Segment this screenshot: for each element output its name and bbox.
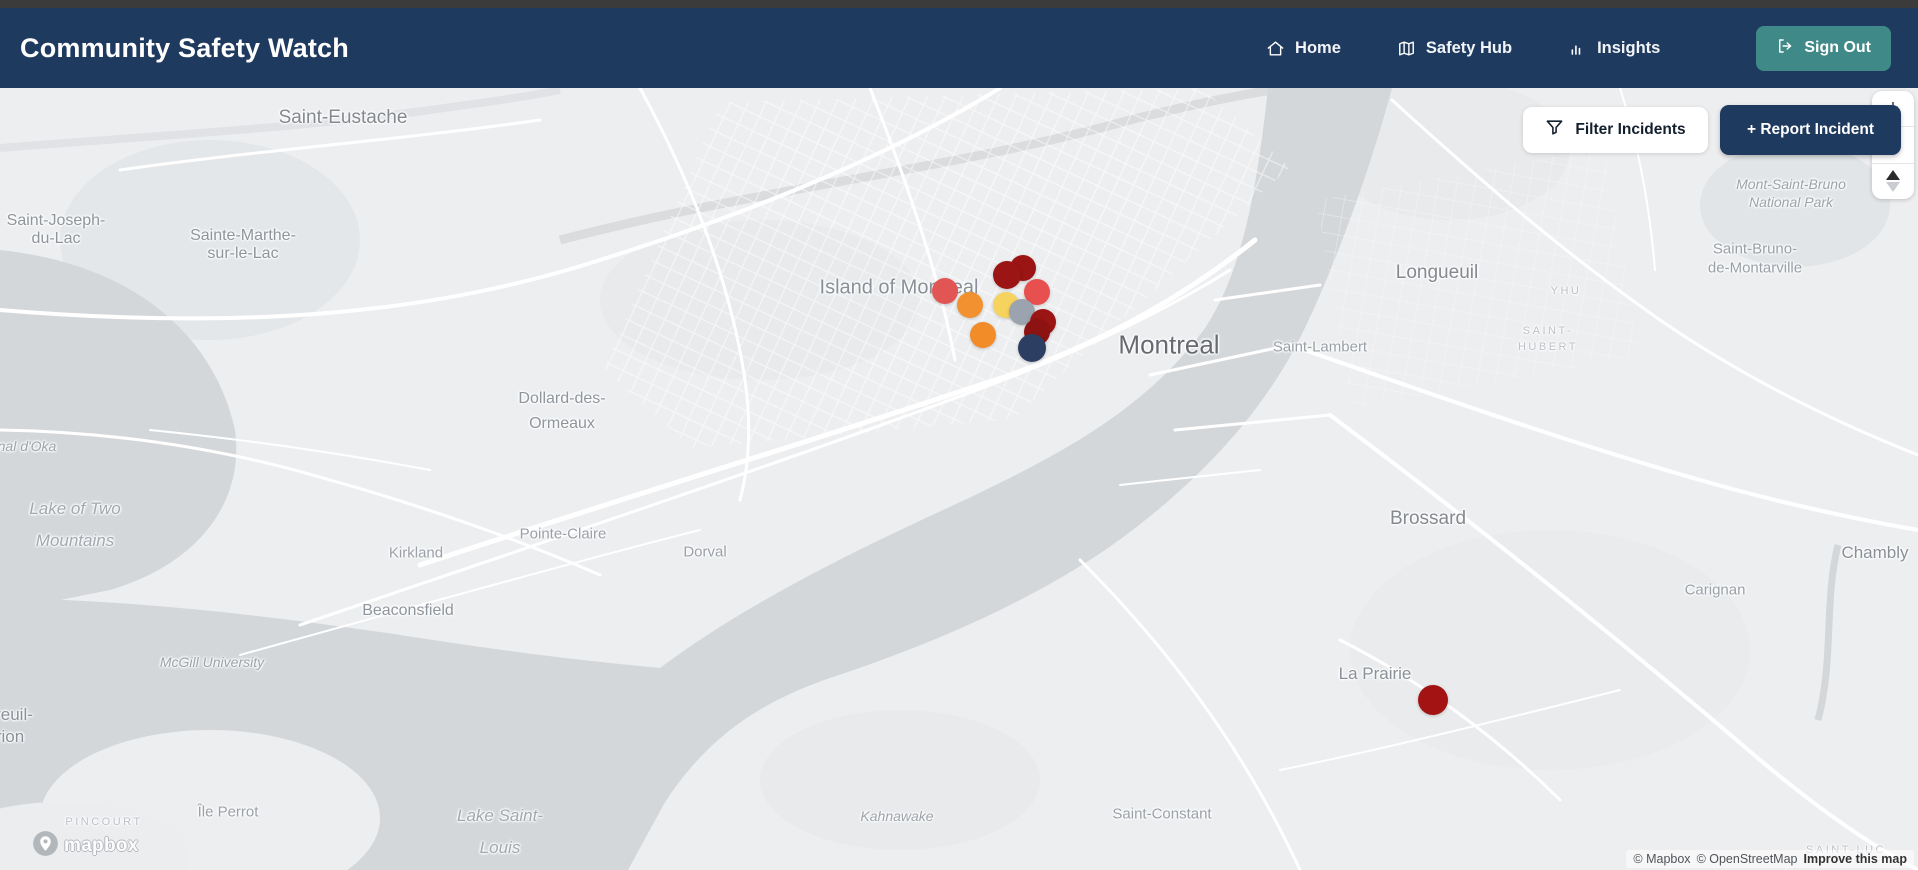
map-label: sur-le-Lac (207, 245, 279, 262)
incident-marker[interactable] (1018, 334, 1046, 362)
home-icon (1266, 39, 1285, 58)
map-label: McGill University (159, 654, 265, 670)
incident-marker[interactable] (993, 261, 1021, 289)
filter-label: Filter Incidents (1575, 121, 1686, 138)
map-label: Lake of Two (29, 499, 121, 518)
map-label: Île Perrot (197, 803, 259, 821)
nav-label: Home (1295, 38, 1341, 57)
sign-out-button[interactable]: Sign Out (1756, 25, 1891, 71)
attribution-mapbox-link[interactable]: © Mapbox (1633, 852, 1690, 866)
map-attribution: © Mapbox © OpenStreetMap Improve this ma… (1626, 850, 1914, 868)
compass-button[interactable] (1872, 164, 1914, 199)
incident-marker[interactable] (1418, 685, 1448, 715)
map-label: Saint-Joseph- (6, 212, 106, 229)
filter-incidents-button[interactable]: Filter Incidents (1523, 107, 1708, 153)
map-label: La Prairie (1338, 664, 1412, 683)
map-label: Mont-Saint-Bruno (1736, 176, 1846, 192)
incident-marker[interactable] (970, 322, 996, 348)
map-label: Sainte-Marthe- (190, 227, 296, 244)
window-top-strip (0, 0, 1918, 8)
map-label: Kahnawake (860, 808, 934, 824)
map-canvas[interactable]: Saint-Eustache Saint-Joseph-du-Lac Sainte-… (0, 88, 1918, 870)
map-label: de-Montarville (1707, 259, 1803, 277)
map-label: National Park (1748, 194, 1834, 210)
mapbox-logo[interactable]: mapbox (32, 830, 139, 862)
mapbox-wordmark: mapbox (64, 835, 139, 856)
map-label: HUBERT (1517, 341, 1579, 353)
map-label: Brossard (1389, 508, 1467, 529)
logout-icon (1776, 37, 1794, 60)
map-label: SAINT- (1522, 325, 1574, 337)
funnel-icon (1545, 118, 1564, 142)
map-label: Ormeaux (529, 415, 595, 432)
map-label: nal d'Oka (0, 438, 57, 454)
map-label: PINCOURT (65, 816, 143, 828)
map-label: Louis (479, 838, 521, 857)
map-label: Dorval (683, 543, 727, 561)
map-label: Montreal (1118, 329, 1220, 360)
bar-chart-icon (1568, 39, 1587, 58)
map-label: rion (0, 727, 25, 746)
map-label: reuil- (0, 705, 33, 724)
map-label: Saint-Bruno- (1712, 240, 1798, 258)
map-icon (1397, 39, 1416, 58)
map-label: Beaconsfield (362, 602, 454, 619)
incident-marker[interactable] (932, 278, 958, 304)
map-label: Chambly (1841, 543, 1909, 562)
map-label: Pointe-Claire (519, 525, 607, 543)
map-label: Mountains (35, 531, 115, 550)
map-label: Dollard-des- (518, 390, 606, 407)
map-label: Saint-Lambert (1272, 338, 1368, 356)
map-label: Saint-Constant (1112, 805, 1212, 823)
improve-this-map-link[interactable]: Improve this map (1804, 852, 1908, 866)
report-label: + Report Incident (1746, 121, 1875, 138)
mapbox-pin-icon (32, 830, 59, 862)
map-label: Lake Saint- (457, 806, 543, 825)
nav-item-insights[interactable]: Insights (1568, 39, 1660, 58)
nav-label: Insights (1597, 38, 1661, 57)
map-label: Carignan (1684, 581, 1746, 599)
app: Community Safety Watch Home Safety Hub I… (0, 0, 1918, 870)
map-label: Saint-Eustache (278, 107, 408, 128)
incident-marker[interactable] (957, 292, 983, 318)
map-label: YHU (1550, 285, 1582, 297)
header: Community Safety Watch Home Safety Hub I… (0, 8, 1918, 88)
nav-item-safety-hub[interactable]: Safety Hub (1397, 39, 1512, 58)
attribution-osm-link[interactable]: © OpenStreetMap (1697, 852, 1798, 866)
map-label: Longueuil (1395, 262, 1479, 283)
report-incident-button[interactable]: + Report Incident (1720, 105, 1901, 155)
page-title: Community Safety Watch (20, 32, 349, 63)
main-nav: Home Safety Hub Insights Sign Out (1266, 25, 1891, 71)
map-label: du-Lac (31, 230, 81, 247)
nav-item-home[interactable]: Home (1266, 39, 1341, 58)
sign-out-label: Sign Out (1804, 39, 1871, 56)
nav-label: Safety Hub (1425, 38, 1513, 57)
map-label: Kirkland (388, 544, 444, 562)
compass-needle-icon (1886, 170, 1900, 193)
